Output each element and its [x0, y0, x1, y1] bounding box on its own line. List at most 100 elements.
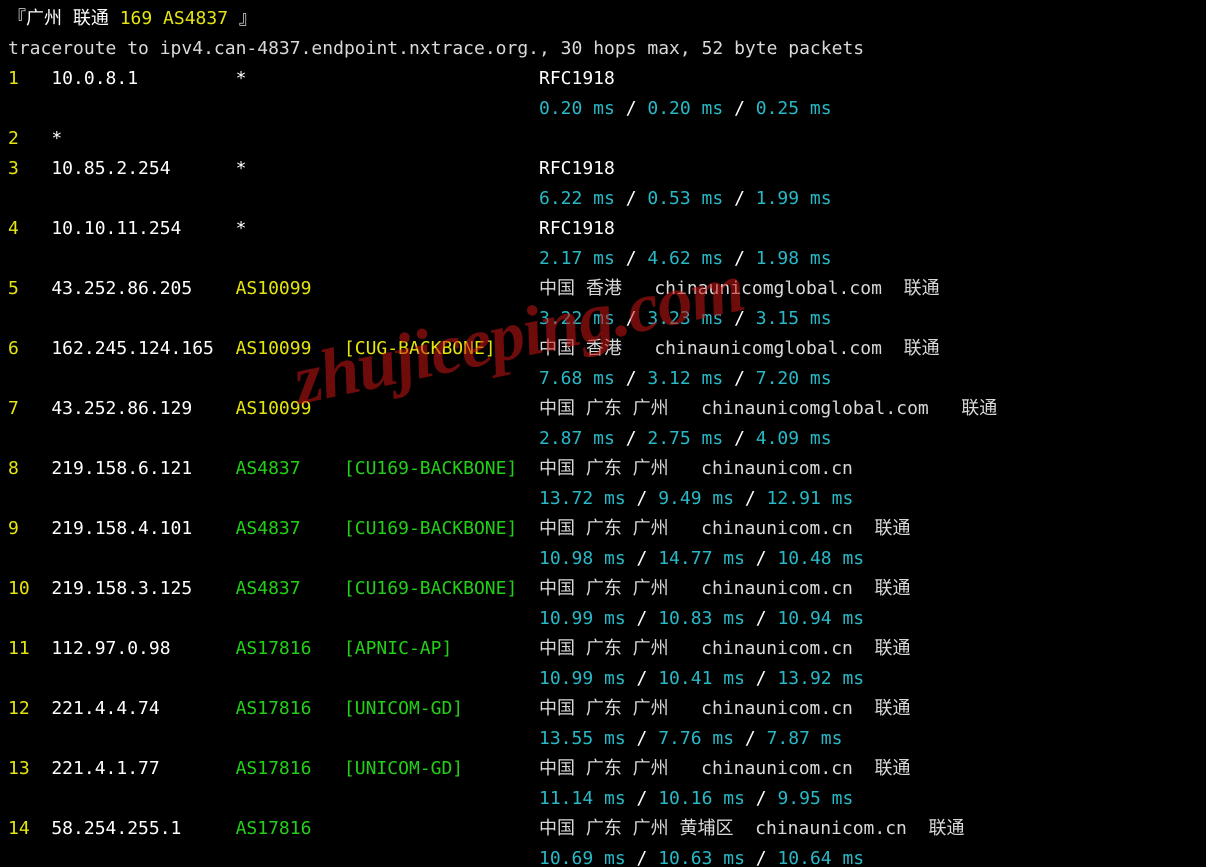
- hop-asn: *: [236, 214, 344, 244]
- hop-timing-row: 10.99 ms / 10.83 ms / 10.94 ms: [8, 604, 1198, 634]
- hop-rtt: 12.91 ms: [767, 488, 854, 509]
- rtt-separator: /: [723, 368, 756, 389]
- hop-ip: 221.4.1.77: [51, 754, 235, 784]
- hop-ip: 10.85.2.254: [51, 154, 235, 184]
- hop-ip: 162.245.124.165: [51, 334, 235, 364]
- hop-rtt: 13.72 ms: [539, 488, 626, 509]
- rtt-separator: /: [723, 98, 756, 119]
- hop-netname: [CU169-BACKBONE]: [344, 574, 539, 604]
- hop-number: 14: [8, 814, 51, 844]
- hop-netname: [CU169-BACKBONE]: [344, 454, 539, 484]
- hop-row: 2*: [8, 124, 1198, 154]
- hop-rtt: 4.62 ms: [647, 248, 723, 269]
- hop-number: 9: [8, 514, 51, 544]
- hop-rtt: 13.55 ms: [539, 728, 626, 749]
- rtt-separator: /: [615, 98, 648, 119]
- hop-number: 4: [8, 214, 51, 244]
- hop-number: 11: [8, 634, 51, 664]
- hop-geo: 中国 广东 广州 chinaunicom.cn 联通: [539, 754, 911, 784]
- hop-geo: 中国 香港 chinaunicomglobal.com 联通: [539, 274, 940, 304]
- hop-netname: [APNIC-AP]: [344, 634, 539, 664]
- hop-rtt: 7.20 ms: [756, 368, 832, 389]
- rtt-separator: /: [723, 308, 756, 329]
- hop-ip: 10.10.11.254: [51, 214, 235, 244]
- rtt-separator: /: [626, 848, 659, 867]
- hop-asn: AS4837: [236, 514, 344, 544]
- hop-rtt: 10.16 ms: [658, 788, 745, 809]
- rtt-separator: /: [745, 608, 778, 629]
- hop-rtt: 10.63 ms: [658, 848, 745, 867]
- rtt-separator: /: [615, 308, 648, 329]
- hop-rtt: 14.77 ms: [658, 548, 745, 569]
- hop-ip: 219.158.4.101: [51, 514, 235, 544]
- hop-number: 3: [8, 154, 51, 184]
- hop-asn: AS17816: [236, 694, 344, 724]
- hop-geo: 中国 广东 广州 chinaunicom.cn 联通: [539, 514, 911, 544]
- hop-geo: 中国 广东 广州 chinaunicom.cn 联通: [539, 634, 911, 664]
- hop-geo: RFC1918: [539, 154, 615, 184]
- hop-ip: 43.252.86.129: [51, 394, 235, 424]
- hop-rtt: 10.41 ms: [658, 668, 745, 689]
- hop-row: 310.85.2.254* RFC1918: [8, 154, 1198, 184]
- hop-row: 10219.158.3.125AS4837[CU169-BACKBONE]中国 …: [8, 574, 1198, 604]
- hop-rtt: 3.22 ms: [539, 308, 615, 329]
- hop-rtt: 0.25 ms: [756, 98, 832, 119]
- hop-geo: 中国 广东 广州 黄埔区 chinaunicom.cn 联通: [539, 814, 965, 844]
- hop-row: 11112.97.0.98AS17816[APNIC-AP]中国 广东 广州 c…: [8, 634, 1198, 664]
- hop-number: 1: [8, 64, 51, 94]
- hop-geo: RFC1918: [539, 214, 615, 244]
- hop-rtt: 1.98 ms: [756, 248, 832, 269]
- hop-asn: AS17816: [236, 754, 344, 784]
- hop-timing-row: 11.14 ms / 10.16 ms / 9.95 ms: [8, 784, 1198, 814]
- hop-row: 6162.245.124.165AS10099[CUG-BACKBONE]中国 …: [8, 334, 1198, 364]
- hop-timing-row: 2.17 ms / 4.62 ms / 1.98 ms: [8, 244, 1198, 274]
- hop-geo: 中国 广东 广州 chinaunicom.cn 联通: [539, 574, 911, 604]
- hop-rtt: 9.49 ms: [658, 488, 734, 509]
- hop-timing-row: 2.87 ms / 2.75 ms / 4.09 ms: [8, 424, 1198, 454]
- rtt-separator: /: [615, 248, 648, 269]
- hop-geo: 中国 广东 广州 chinaunicomglobal.com 联通: [539, 394, 997, 424]
- hop-timing-row: 13.72 ms / 9.49 ms / 12.91 ms: [8, 484, 1198, 514]
- hop-asn: AS17816: [236, 814, 344, 844]
- hop-asn: *: [236, 64, 344, 94]
- traceroute-command-line: traceroute to ipv4.can-4837.endpoint.nxt…: [8, 34, 1198, 64]
- hop-timing-row: 6.22 ms / 0.53 ms / 1.99 ms: [8, 184, 1198, 214]
- hop-asn: AS17816: [236, 634, 344, 664]
- hop-timing-row: 13.55 ms / 7.76 ms / 7.87 ms: [8, 724, 1198, 754]
- hop-ip: 112.97.0.98: [51, 634, 235, 664]
- hop-row: 9219.158.4.101AS4837[CU169-BACKBONE]中国 广…: [8, 514, 1198, 544]
- bracket-open: 『: [8, 8, 26, 29]
- rtt-separator: /: [745, 668, 778, 689]
- rtt-separator: /: [745, 788, 778, 809]
- hop-timing-row: 0.20 ms / 0.20 ms / 0.25 ms: [8, 94, 1198, 124]
- hop-asn: AS10099: [236, 394, 344, 424]
- hop-rtt: 2.17 ms: [539, 248, 615, 269]
- rtt-separator: /: [626, 668, 659, 689]
- hop-rtt: 10.64 ms: [777, 848, 864, 867]
- hop-row: 8219.158.6.121AS4837[CU169-BACKBONE]中国 广…: [8, 454, 1198, 484]
- hop-timing-row: 7.68 ms / 3.12 ms / 7.20 ms: [8, 364, 1198, 394]
- hop-rtt: 10.99 ms: [539, 668, 626, 689]
- hop-geo: 中国 广东 广州 chinaunicom.cn: [539, 454, 853, 484]
- bracket-close: 』: [239, 8, 257, 29]
- hop-netname: [CUG-BACKBONE]: [344, 334, 539, 364]
- hop-rtt: 4.09 ms: [756, 428, 832, 449]
- rtt-separator: /: [723, 188, 756, 209]
- hop-number: 13: [8, 754, 51, 784]
- hop-rtt: 10.48 ms: [777, 548, 864, 569]
- hop-timing-row: 3.22 ms / 3.23 ms / 3.15 ms: [8, 304, 1198, 334]
- hop-ip: 10.0.8.1: [51, 64, 235, 94]
- rtt-separator: /: [734, 488, 767, 509]
- rtt-separator: /: [723, 248, 756, 269]
- hop-rtt: 10.94 ms: [777, 608, 864, 629]
- hop-ip: 58.254.255.1: [51, 814, 235, 844]
- hop-rtt: 3.23 ms: [647, 308, 723, 329]
- hop-row: 543.252.86.205AS10099中国 香港 chinaunicomgl…: [8, 274, 1198, 304]
- hop-timing-row: 10.98 ms / 14.77 ms / 10.48 ms: [8, 544, 1198, 574]
- hop-rtt: 11.14 ms: [539, 788, 626, 809]
- rtt-separator: /: [745, 548, 778, 569]
- title-highlight: 169 AS4837: [120, 8, 228, 29]
- hop-rtt: 10.69 ms: [539, 848, 626, 867]
- hop-number: 2: [8, 124, 51, 154]
- hop-asn: *: [236, 154, 344, 184]
